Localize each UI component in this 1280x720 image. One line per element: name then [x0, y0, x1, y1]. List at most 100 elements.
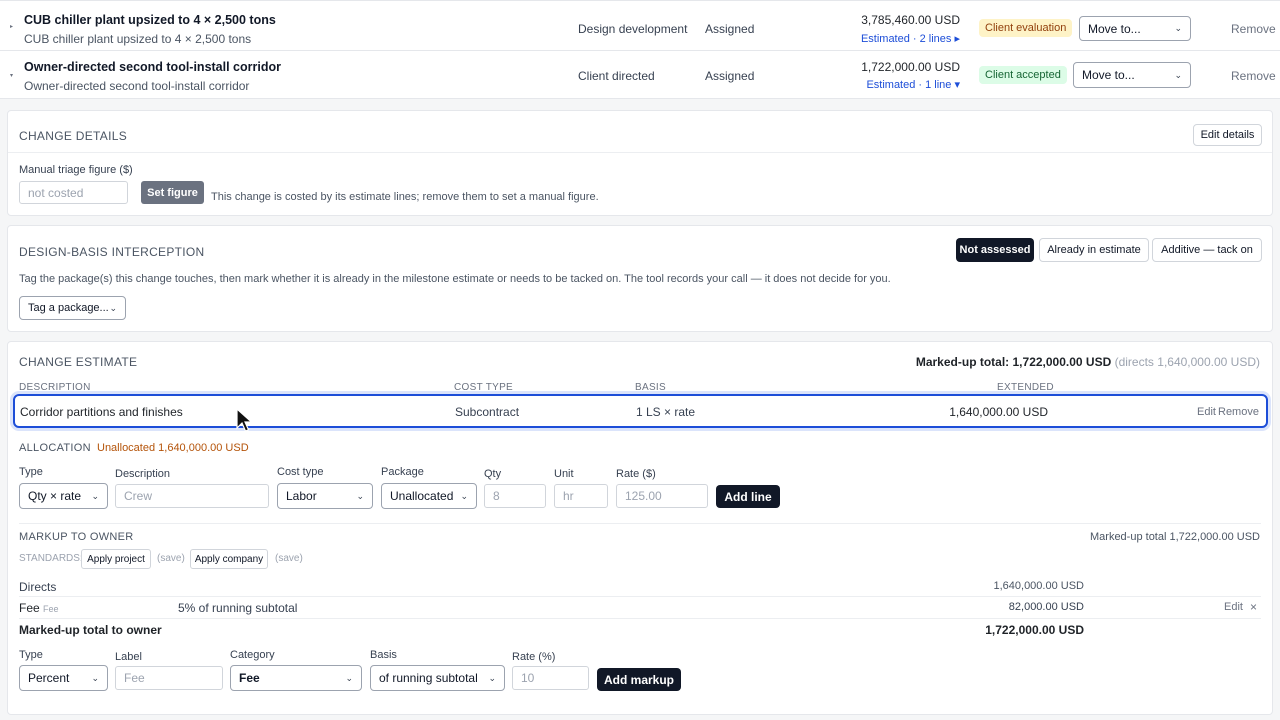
section-title: DESIGN-BASIS INTERCEPTION [19, 245, 205, 259]
unallocated-amount: Unallocated 1,640,000.00 USD [97, 442, 249, 454]
tag-package-select[interactable]: Tag a package... ⌄ [19, 296, 126, 320]
save-project-standard[interactable]: (save) [157, 553, 185, 564]
estimate-line-row[interactable]: Corridor partitions and finishes Subcont… [13, 394, 1268, 428]
manual-figure-input[interactable]: not costed [19, 181, 128, 204]
edit-details-button[interactable]: Edit details [1193, 124, 1262, 146]
markup-rate-label: Rate (%) [512, 651, 556, 663]
markup-category-value: Fee [239, 671, 260, 685]
change-amount: 1,722,000.00 USD [861, 60, 960, 74]
estimate-link[interactable]: Estimated · 2 lines ▸ [820, 32, 960, 45]
line-type-select[interactable]: Qty × rate ⌄ [19, 483, 108, 509]
markup-type-value: Percent [28, 671, 70, 685]
column-header-extended: EXTENDED [997, 382, 1054, 393]
markup-type-label: Type [19, 649, 43, 661]
line-type-value: Qty × rate [28, 489, 82, 503]
markup-label-input[interactable]: Fee [115, 666, 223, 690]
estimate-total: Marked-up total: 1,722,000.00 USD (direc… [916, 355, 1260, 369]
fee-label: Fee [19, 601, 40, 615]
chevron-down-icon: ⌄ [356, 490, 364, 501]
add-line-button[interactable]: Add line [716, 485, 780, 508]
markup-category-label: Category [230, 649, 275, 661]
chevron-down-icon: ⌄ [1174, 23, 1182, 33]
column-header-description: DESCRIPTION [19, 382, 91, 393]
edit-fee-button[interactable]: Edit [1224, 601, 1243, 613]
estimate-link[interactable]: Estimated · 1 line ▾ [820, 78, 960, 91]
fee-category-tag: Fee [43, 604, 59, 614]
package-value: Unallocated [390, 489, 454, 503]
rate-input[interactable]: 125.00 [616, 484, 708, 508]
fee-description: 5% of running subtotal [178, 601, 298, 615]
unit-label: Unit [554, 468, 574, 480]
directs-total: (directs 1,640,000.00 USD) [1114, 355, 1260, 369]
remove-line-button[interactable]: Remove [1218, 406, 1259, 418]
set-figure-button[interactable]: Set figure [141, 181, 204, 204]
package-select[interactable]: Unallocated ⌄ [381, 483, 477, 509]
change-title: CUB chiller plant upsized to 4 × 2,500 t… [24, 13, 276, 27]
apply-project-button[interactable]: Apply project [81, 549, 151, 569]
chevron-down-icon: ⌄ [1174, 69, 1182, 80]
type-label: Type [19, 466, 43, 478]
design-basis-description: Tag the package(s) this change touches, … [19, 273, 891, 285]
markup-title: MARKUP TO OWNER [19, 531, 134, 543]
package-label: Package [381, 466, 424, 478]
change-row[interactable]: ▸ CUB chiller plant upsized to 4 × 2,500… [0, 0, 1280, 51]
not-assessed-button[interactable]: Not assessed [956, 238, 1034, 262]
save-company-standard[interactable]: (save) [275, 553, 303, 564]
directs-value: 1,640,000.00 USD [993, 580, 1084, 592]
move-to-select[interactable]: Move to... ⌄ [1079, 16, 1191, 41]
allocation-label: ALLOCATION [19, 442, 91, 454]
add-markup-button[interactable]: Add markup [597, 668, 681, 691]
markup-basis-select[interactable]: of running subtotal ⌄ [370, 665, 505, 691]
change-assignment: Assigned [705, 22, 755, 36]
line-basis: 1 LS × rate [636, 405, 696, 419]
edit-line-button[interactable]: Edit [1197, 406, 1216, 418]
line-description: Corridor partitions and finishes [20, 405, 183, 419]
owner-total-value: 1,722,000.00 USD [985, 623, 1084, 637]
change-phase: Design development [578, 22, 688, 36]
line-extended: 1,640,000.00 USD [949, 405, 1048, 419]
markup-category-select[interactable]: Fee ⌄ [230, 665, 362, 691]
chevron-down-icon: ⌄ [91, 490, 99, 501]
cost-type-value: Labor [286, 489, 317, 503]
expand-caret-icon[interactable]: ▸ [10, 23, 13, 30]
change-row[interactable]: ▾ Owner-directed second tool-install cor… [0, 51, 1280, 99]
move-to-label: Move to... [1088, 21, 1141, 36]
line-cost-type: Subcontract [455, 405, 520, 419]
apply-company-button[interactable]: Apply company [190, 549, 268, 569]
cost-type-select[interactable]: Labor ⌄ [277, 483, 373, 509]
change-estimate-card: CHANGE ESTIMATE Marked-up total: 1,722,0… [7, 341, 1273, 715]
unit-input[interactable]: hr [554, 484, 608, 508]
markup-basis-value: of running subtotal [379, 671, 478, 685]
design-basis-card: DESIGN-BASIS INTERCEPTION Not assessed A… [7, 225, 1273, 332]
chevron-down-icon: ⌄ [109, 302, 117, 313]
qty-input[interactable]: 8 [484, 484, 546, 508]
section-title: CHANGE ESTIMATE [19, 355, 138, 369]
remove-fee-icon[interactable]: × [1250, 600, 1257, 614]
remove-change-button[interactable]: Remove [1231, 22, 1276, 36]
collapse-caret-icon[interactable]: ▾ [10, 72, 13, 79]
status-badge: Client accepted [979, 66, 1067, 84]
section-title: CHANGE DETAILS [19, 129, 127, 143]
status-badge: Client evaluation [979, 19, 1073, 37]
chevron-down-icon: ⌄ [345, 672, 353, 683]
markup-basis-label: Basis [370, 649, 397, 661]
move-to-select[interactable]: Move to... ⌄ [1073, 62, 1191, 88]
already-in-estimate-button[interactable]: Already in estimate [1039, 238, 1149, 262]
change-title: Owner-directed second tool-install corri… [24, 60, 281, 74]
markup-total-right: Marked-up total 1,722,000.00 USD [1090, 531, 1260, 543]
additive-tack-on-button[interactable]: Additive — tack on [1152, 238, 1262, 262]
markup-rate-input[interactable]: 10 [512, 666, 589, 690]
fee-value: 82,000.00 USD [1008, 601, 1084, 613]
change-subtitle: Owner-directed second tool-install corri… [24, 79, 250, 93]
change-subtitle: CUB chiller plant upsized to 4 × 2,500 t… [24, 32, 252, 46]
mouse-cursor-icon [236, 408, 254, 432]
directs-label: Directs [19, 580, 57, 594]
chevron-down-icon: ⌄ [460, 490, 468, 501]
markup-type-select[interactable]: Percent ⌄ [19, 665, 108, 691]
line-description-input[interactable]: Crew [115, 484, 269, 508]
cost-type-label: Cost type [277, 466, 324, 478]
move-to-label: Move to... [1082, 68, 1135, 82]
remove-change-button[interactable]: Remove [1231, 69, 1276, 83]
change-phase: Client directed [578, 69, 655, 83]
chevron-down-icon: ⌄ [91, 672, 99, 683]
